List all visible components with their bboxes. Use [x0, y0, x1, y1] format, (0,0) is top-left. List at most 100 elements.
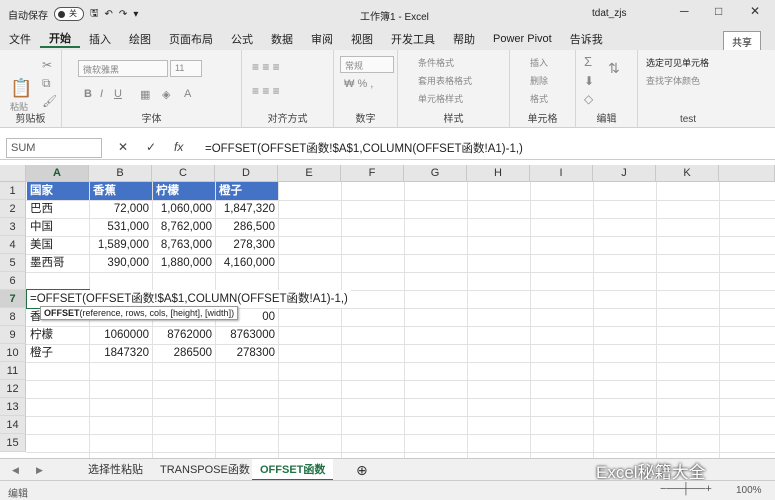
select-all-corner[interactable]	[0, 165, 26, 182]
table-cell[interactable]: 278300	[216, 344, 278, 362]
tab-formulas[interactable]: 公式	[222, 31, 262, 47]
insert-function-icon[interactable]: fx	[174, 140, 183, 154]
table-cell[interactable]: 531,000	[90, 218, 152, 236]
table-cell[interactable]: 72,000	[90, 200, 152, 218]
tooltip-function-name[interactable]: OFFSET	[44, 308, 80, 318]
customize-icon[interactable]: ▾	[133, 9, 138, 20]
row-header[interactable]: 13	[0, 398, 26, 416]
sort-filter-icon[interactable]: ⇅	[608, 60, 620, 77]
tab-review[interactable]: 审阅	[302, 31, 342, 47]
table-cell[interactable]: 1,847,320	[216, 200, 278, 218]
clear-icon[interactable]: ◇	[584, 92, 593, 106]
table-cell[interactable]: 1,880,000	[153, 254, 215, 272]
tab-file[interactable]: 文件	[0, 31, 40, 47]
font-color-icon[interactable]: A	[184, 88, 191, 100]
table-cell[interactable]: 橙子	[27, 344, 89, 362]
cell-style-button[interactable]: 单元格样式	[418, 92, 463, 105]
number-format-select[interactable]: 常规	[340, 56, 394, 73]
currency-icon[interactable]: ₩ % ,	[344, 78, 373, 90]
row-header[interactable]: 1	[0, 182, 26, 200]
table-cell[interactable]: 8,763,000	[153, 236, 215, 254]
cancel-icon[interactable]: ✕	[118, 140, 128, 154]
share-button[interactable]: 共享	[723, 31, 761, 52]
sheet-tab[interactable]: 选择性粘贴	[80, 459, 151, 481]
table-header-cell[interactable]: 香蕉	[90, 182, 152, 200]
column-header[interactable]: G	[404, 165, 467, 182]
align-left-icon[interactable]: ≡ ≡ ≡	[252, 84, 280, 98]
autosum-icon[interactable]: Σ	[584, 54, 592, 69]
row-header[interactable]: 7	[0, 290, 26, 308]
row-header[interactable]: 12	[0, 380, 26, 398]
tab-view[interactable]: 视图	[342, 31, 382, 47]
minimize-button[interactable]: ─	[680, 4, 689, 18]
column-header[interactable]: E	[278, 165, 341, 182]
table-cell[interactable]: 1,060,000	[153, 200, 215, 218]
restore-button[interactable]: □	[715, 4, 722, 18]
table-cell[interactable]: 墨西哥	[27, 254, 89, 272]
column-header[interactable]: F	[341, 165, 404, 182]
save-icon[interactable]: 🖫	[90, 6, 99, 23]
column-header[interactable]: D	[215, 165, 278, 182]
column-header[interactable]: J	[593, 165, 656, 182]
tab-insert[interactable]: 插入	[80, 31, 120, 47]
align-top-icon[interactable]: ≡ ≡ ≡	[252, 60, 280, 74]
next-sheet-icon[interactable]: ▶	[28, 459, 51, 481]
find-font-color-button[interactable]: 查找字体颜色	[646, 74, 700, 87]
column-header[interactable]: K	[656, 165, 719, 182]
conditional-format-button[interactable]: 条件格式	[418, 56, 454, 69]
tab-help[interactable]: 帮助	[444, 31, 484, 47]
row-header[interactable]: 9	[0, 326, 26, 344]
tab-developer[interactable]: 开发工具	[382, 31, 444, 47]
tell-me-search[interactable]: 告诉我	[561, 31, 612, 47]
enter-icon[interactable]: ✓	[146, 140, 156, 154]
format-cells-button[interactable]: 格式	[530, 92, 548, 105]
table-cell[interactable]: 1847320	[90, 344, 152, 362]
row-header[interactable]: 14	[0, 416, 26, 434]
tab-data[interactable]: 数据	[262, 31, 302, 47]
column-header[interactable]: A	[26, 165, 89, 182]
bold-icon[interactable]: B	[84, 88, 92, 100]
row-header[interactable]: 10	[0, 344, 26, 362]
row-header[interactable]: 11	[0, 362, 26, 380]
column-header[interactable]: B	[89, 165, 152, 182]
add-sheet-icon[interactable]: ⊕	[348, 459, 376, 481]
user-name[interactable]: tdat_zjs	[592, 8, 626, 19]
row-header[interactable]: 15	[0, 434, 26, 452]
font-size-select[interactable]: 11	[170, 60, 202, 77]
zoom-level[interactable]: 100%	[736, 485, 762, 496]
table-cell[interactable]: 中国	[27, 218, 89, 236]
table-cell[interactable]: 286,500	[216, 218, 278, 236]
row-header[interactable]: 5	[0, 254, 26, 272]
select-visible-button[interactable]: 选定可见单元格	[646, 56, 709, 69]
font-name-select[interactable]: 微软雅黑	[78, 60, 168, 77]
column-header-blank[interactable]	[719, 165, 775, 182]
underline-icon[interactable]: U	[114, 88, 122, 100]
tab-draw[interactable]: 绘图	[120, 31, 160, 47]
column-header[interactable]: I	[530, 165, 593, 182]
table-header-cell[interactable]: 橙子	[216, 182, 278, 200]
format-painter-icon[interactable]: 🖌	[42, 94, 57, 108]
cut-icon[interactable]: ✂	[42, 58, 52, 72]
tab-home[interactable]: 开始	[40, 30, 80, 48]
table-header-cell[interactable]: 国家	[27, 182, 89, 200]
formula-input[interactable]: =OFFSET(OFFSET函数!$A$1,COLUMN(OFFSET函数!A1…	[205, 140, 523, 156]
table-format-button[interactable]: 套用表格格式	[418, 74, 472, 87]
column-header[interactable]: C	[152, 165, 215, 182]
table-cell[interactable]: 8,762,000	[153, 218, 215, 236]
table-cell[interactable]: 柠檬	[27, 326, 89, 344]
row-header[interactable]: 6	[0, 272, 26, 290]
prev-sheet-icon[interactable]: ◀	[4, 459, 27, 481]
tab-power-pivot[interactable]: Power Pivot	[484, 33, 561, 45]
sheet-tab-active[interactable]: OFFSET函数	[252, 459, 334, 481]
autosave-toggle[interactable]: 关	[54, 7, 84, 21]
row-header[interactable]: 8	[0, 308, 26, 326]
table-cell[interactable]: 286500	[153, 344, 215, 362]
delete-cells-button[interactable]: 删除	[530, 74, 548, 87]
table-cell[interactable]: 8762000	[153, 326, 215, 344]
table-cell[interactable]: 278,300	[216, 236, 278, 254]
table-cell[interactable]: 390,000	[90, 254, 152, 272]
tab-page-layout[interactable]: 页面布局	[160, 31, 222, 47]
insert-cells-button[interactable]: 插入	[530, 56, 548, 69]
paste-icon[interactable]: 📋	[10, 78, 32, 99]
close-button[interactable]: ✕	[750, 4, 760, 18]
